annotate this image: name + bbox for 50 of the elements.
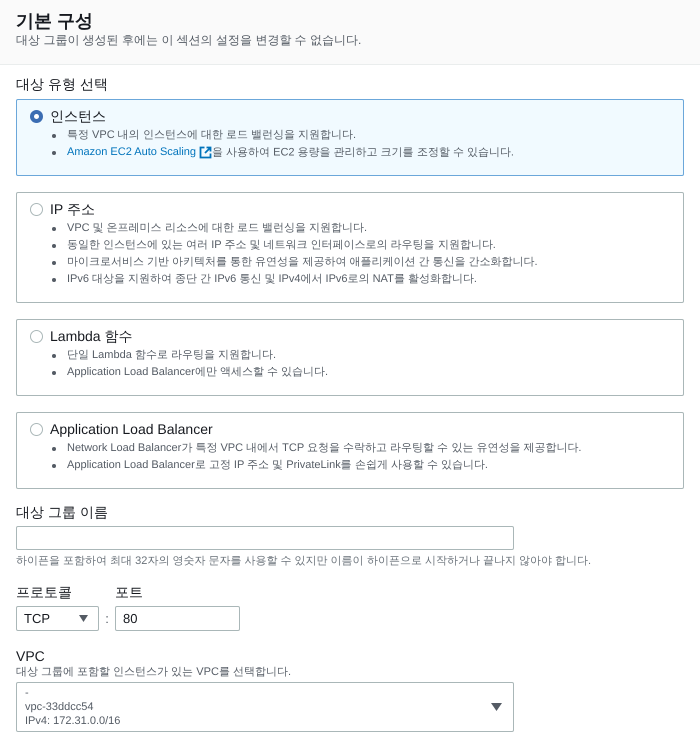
caret-icon xyxy=(79,615,88,622)
caret-icon xyxy=(491,703,502,712)
auto-scaling-link[interactable]: Amazon EC2 Auto Scaling xyxy=(67,144,212,161)
separator-text: : xyxy=(104,610,110,628)
bullet-text: 마이크로서비스 기반 아키텍처를 통한 유연성을 제공하여 애플리케이션 간 통신을 간소화합니다. xyxy=(67,255,538,270)
option-card[interactable]: 인스턴스 특정 VPC 내의 인스턴스에 대한 로드 밸런싱을 지원합니다. Amazon EC2 Auto Scaling 을 사용하여 EC2 용량을 관리하고 크기를 조정할 수 있습니다. xyxy=(16,99,684,176)
bullet-icon xyxy=(52,278,56,282)
field-description: 대상 그룹에 포함할 인스턴스가 있는 VPC를 선택합니다. xyxy=(16,665,292,680)
bullet-icon xyxy=(52,354,56,358)
option-title: Application Load Balancer xyxy=(50,420,213,440)
bullet-text: Network Load Balancer가 특정 VPC 내에서 TCP 요청을 수락하고 라우팅할 수 있는 유연성을 제공합니다. xyxy=(67,441,582,456)
bullet-text: Application Load Balancer로 고정 IP 주소 및 PrivateLink를 손쉽게 사용할 수 있습니다. xyxy=(67,458,488,474)
field-label: VPC xyxy=(16,647,46,666)
bullet-text: IPv6 대상을 지원하여 종단 간 IPv6 통신 및 IPv4에서 IPv6로의 NAT를 활성화합니다. xyxy=(67,272,477,288)
bullet-icon xyxy=(52,244,56,248)
protocol-select[interactable]: TCP xyxy=(16,606,99,632)
bullet-icon xyxy=(52,446,56,451)
bullet-text: 단일 Lambda 함수로 라우팅을 지원합니다. xyxy=(67,348,276,364)
option-title: IP 주소 xyxy=(50,200,95,220)
bullet-icon xyxy=(52,260,56,265)
field-label: 프로토콜 xyxy=(16,583,73,602)
field-label: 대상 유형 선택 xyxy=(16,75,109,94)
hint-text: 하이픈을 포함하여 최대 32자의 영숫자 문자를 사용할 수 있지만 이름이 하이픈으로 시작하거나 끝나지 않아야 합니다. xyxy=(16,554,592,570)
bullet-icon xyxy=(52,370,56,375)
bullet-text: Application Load Balancer에만 액세스할 수 있습니다. xyxy=(67,365,328,380)
section-title: 기본 구성 xyxy=(16,10,94,32)
radio-button[interactable] xyxy=(30,330,43,343)
radio-button[interactable] xyxy=(30,422,43,436)
field-label: 대상 그룹 이름 xyxy=(16,503,109,522)
option-title: 인스턴스 xyxy=(50,107,106,126)
option-card[interactable]: Lambda 함수 단일 Lambda 함수로 라우팅을 지원합니다. Application Load Balancer에만 액세스할 수 있습니다. xyxy=(16,319,684,396)
radio-button[interactable] xyxy=(30,110,43,122)
option-card[interactable]: Application Load Balancer Network Load Balancer가 특정 VPC 내에서 TCP 요청을 수락하고 라우팅할 수 있는 유연성을 제공합니다. Application Load Balancer로 고정 IP 주소 및 PrivateLink를 손쉽게 사용할 수 있습니다. xyxy=(16,412,684,490)
name-input[interactable] xyxy=(16,526,514,550)
bullet-icon xyxy=(52,464,56,468)
option-title: Lambda 함수 xyxy=(50,327,132,346)
bullet-icon xyxy=(52,226,56,231)
port-input[interactable]: 80 xyxy=(115,606,240,632)
bullet-text: Amazon EC2 Auto Scaling 을 사용하여 EC2 용량을 관리하고 크기를 조정할 수 있습니다. xyxy=(67,144,514,162)
bullet-text: 특정 VPC 내의 인스턴스에 대한 로드 밸런싱을 지원합니다. xyxy=(67,128,356,143)
bullet-icon xyxy=(52,134,56,138)
bullet-text: VPC 및 온프레미스 리소스에 대한 로드 밸런싱을 지원합니다. xyxy=(67,221,368,236)
option-card[interactable]: IP 주소 VPC 및 온프레미스 리소스에 대한 로드 밸런싱을 지원합니다. 동일한 인스턴스에 있는 여러 IP 주소 및 네트워크 인터페이스로의 라우팅을 지원합니다. 마이크로서비스 기반 아키텍처를 통한 유연성을 제공하여 애플리케이션 간 통신을 간소화합니다. IPv6 대상을 지원하여 종단 간 IPv6 통신 및 IPv4에서 IPv6로의 NAT를 활성화합니다. xyxy=(16,192,684,304)
bullet-text: 동일한 인스턴스에 있는 여러 IP 주소 및 네트워크 인터페이스로의 라우팅을 지원합니다. xyxy=(67,238,496,254)
vpc-select[interactable]: - vpc-33ddcc54 IPv4: 172.31.0.0/16 xyxy=(16,682,514,732)
field-label: 포트 xyxy=(115,583,144,602)
radio-button[interactable] xyxy=(30,202,43,216)
section-description: 대상 그룹이 생성된 후에는 이 섹션의 설정을 변경할 수 없습니다. xyxy=(16,32,362,48)
bullet-icon xyxy=(52,150,56,155)
external-link-icon xyxy=(199,146,212,159)
